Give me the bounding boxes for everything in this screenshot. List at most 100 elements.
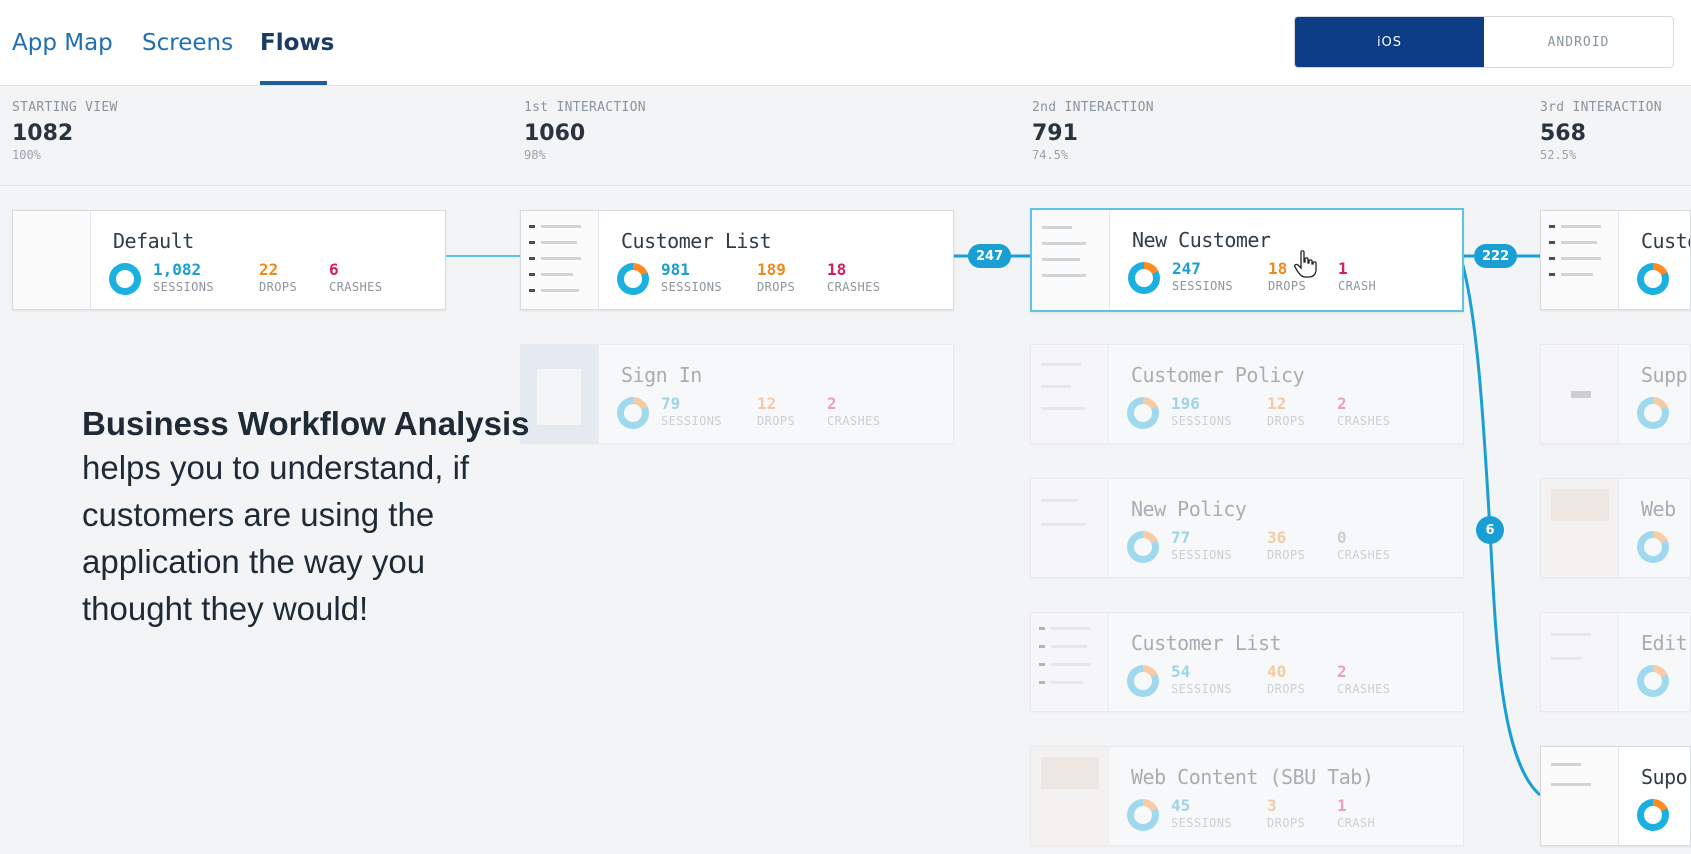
drops-label: DROPS bbox=[1267, 414, 1306, 428]
sessions-value: 77 bbox=[1171, 528, 1191, 547]
sessions-label: SESSIONS bbox=[1171, 682, 1232, 696]
sessions-donut-icon bbox=[617, 263, 649, 295]
crashes-label: CRASHES bbox=[1337, 682, 1391, 696]
drops-stat: 3 DROPS bbox=[1267, 797, 1305, 831]
sessions-value: 54 bbox=[1171, 662, 1191, 681]
drops-value: 36 bbox=[1267, 528, 1287, 547]
sessions-donut-icon bbox=[1637, 531, 1669, 563]
drops-value: 189 bbox=[757, 260, 786, 279]
card-title: New Policy bbox=[1131, 497, 1247, 521]
crashes-value: 18 bbox=[827, 260, 847, 279]
crashes-value: 6 bbox=[329, 260, 339, 279]
drops-label: DROPS bbox=[259, 280, 298, 294]
crashes-value: 2 bbox=[1337, 662, 1347, 681]
card-title: Supp bbox=[1641, 363, 1688, 387]
screen-thumbnail bbox=[1541, 479, 1619, 577]
card-title: Default bbox=[113, 229, 194, 253]
sessions-stat: 1,082 SESSIONS bbox=[153, 261, 214, 295]
drops-label: DROPS bbox=[757, 414, 796, 428]
screen-thumbnail bbox=[1541, 345, 1619, 443]
sessions-value: 981 bbox=[661, 260, 690, 279]
screen-thumbnail bbox=[1541, 613, 1619, 711]
drops-stat: 22 DROPS bbox=[259, 261, 297, 295]
sessions-stat: 196 SESSIONS bbox=[1171, 395, 1232, 429]
crashes-stat: 2 CRASHES bbox=[1337, 395, 1390, 429]
crashes-label: CRASHES bbox=[1337, 414, 1391, 428]
flow-card-new-customer[interactable]: New Customer 247 SESSIONS 18 DROPS 1 CRA… bbox=[1030, 208, 1464, 312]
card-title: Edit bbox=[1641, 631, 1688, 655]
sessions-label: SESSIONS bbox=[1171, 548, 1232, 562]
drops-stat: 12 DROPS bbox=[1267, 395, 1305, 429]
flow-card-customer-list-2[interactable]: Customer List 54 SESSIONS 40 DROPS 2 CRA… bbox=[1030, 612, 1464, 712]
sessions-stat: 247 SESSIONS bbox=[1172, 260, 1233, 294]
sessions-stat: 981 SESSIONS bbox=[661, 261, 722, 295]
card-title: Customer List bbox=[1131, 631, 1282, 655]
sessions-stat: 79 SESSIONS bbox=[661, 395, 722, 429]
crashes-value: 1 bbox=[1338, 259, 1348, 278]
crashes-stat: 0 CRASHES bbox=[1337, 529, 1390, 563]
crashes-value: 1 bbox=[1337, 796, 1347, 815]
flow-card-customer-policy[interactable]: Customer Policy 196 SESSIONS 12 DROPS 2 … bbox=[1030, 344, 1464, 444]
crashes-stat: 2 CRASHES bbox=[1337, 663, 1390, 697]
flow-count-badge-6[interactable]: 6 bbox=[1476, 516, 1504, 544]
crashes-value: 2 bbox=[1337, 394, 1347, 413]
sessions-donut-icon bbox=[1127, 799, 1159, 831]
sessions-value: 79 bbox=[661, 394, 681, 413]
sessions-donut-icon bbox=[1127, 531, 1159, 563]
sessions-donut-icon bbox=[1637, 665, 1669, 697]
screen-thumbnail bbox=[1031, 613, 1109, 711]
flow-card-customer-list[interactable]: Customer List 981 SESSIONS 189 DROPS 18 … bbox=[520, 210, 954, 310]
sessions-donut-icon bbox=[109, 263, 141, 295]
crashes-label: CRASHES bbox=[827, 414, 881, 428]
crashes-label: CRASHES bbox=[827, 280, 881, 294]
card-title: New Customer bbox=[1132, 228, 1271, 252]
crashes-value: 2 bbox=[827, 394, 837, 413]
sessions-stat: 77 SESSIONS bbox=[1171, 529, 1232, 563]
card-title: Web Content (SBU Tab) bbox=[1131, 765, 1374, 789]
sessions-label: SESSIONS bbox=[1171, 816, 1232, 830]
drops-stat: 36 DROPS bbox=[1267, 529, 1305, 563]
drops-value: 12 bbox=[757, 394, 777, 413]
drops-value: 12 bbox=[1267, 394, 1287, 413]
screen-thumbnail bbox=[1541, 747, 1619, 845]
sessions-donut-icon bbox=[1637, 799, 1669, 831]
drops-value: 22 bbox=[259, 260, 279, 279]
card-title: Supo bbox=[1641, 765, 1688, 789]
flow-count-badge-247[interactable]: 247 bbox=[968, 244, 1012, 268]
annotation-text: Business Workflow Analysis helps you to … bbox=[82, 404, 642, 632]
crashes-label: CRASHES bbox=[1337, 548, 1391, 562]
flow-card-new-policy[interactable]: New Policy 77 SESSIONS 36 DROPS 0 CRASHE… bbox=[1030, 478, 1464, 578]
drops-stat: 189 DROPS bbox=[757, 261, 795, 295]
sessions-stat: 54 SESSIONS bbox=[1171, 663, 1232, 697]
sessions-label: SESSIONS bbox=[661, 280, 722, 294]
crashes-value: 0 bbox=[1337, 528, 1347, 547]
crashes-stat: 1 CRASH bbox=[1337, 797, 1375, 831]
drops-value: 40 bbox=[1267, 662, 1287, 681]
crashes-label: CRASH bbox=[1338, 279, 1377, 293]
flows-app: App Map Screens Flows iOS ANDROID STARTI… bbox=[0, 0, 1691, 854]
screen-thumbnail bbox=[521, 211, 599, 309]
flow-card-web-content[interactable]: Web Content (SBU Tab) 45 SESSIONS 3 DROP… bbox=[1030, 746, 1464, 846]
drops-label: DROPS bbox=[1267, 682, 1306, 696]
flow-count-badge-222[interactable]: 222 bbox=[1474, 244, 1518, 268]
sessions-donut-icon bbox=[1637, 397, 1669, 429]
screen-thumbnail bbox=[13, 211, 91, 309]
flow-card-default[interactable]: Default 1,082 SESSIONS 22 DROPS 6 CRASHE… bbox=[12, 210, 446, 310]
flow-card-col3-web[interactable]: Web bbox=[1540, 478, 1691, 578]
drops-label: DROPS bbox=[1267, 548, 1306, 562]
drops-label: DROPS bbox=[1268, 279, 1307, 293]
flow-card-col3-custo[interactable]: Custo bbox=[1540, 210, 1691, 310]
flow-card-col3-supp[interactable]: Supp bbox=[1540, 344, 1691, 444]
flow-card-col3-supo[interactable]: Supo bbox=[1540, 746, 1691, 846]
sessions-donut-icon bbox=[1128, 262, 1160, 294]
sessions-value: 196 bbox=[1171, 394, 1200, 413]
sessions-donut-icon bbox=[1127, 665, 1159, 697]
crashes-stat: 1 CRASH bbox=[1338, 260, 1376, 294]
screen-thumbnail bbox=[1031, 479, 1109, 577]
screen-thumbnail bbox=[1031, 747, 1109, 845]
sessions-label: SESSIONS bbox=[661, 414, 722, 428]
crashes-stat: 18 CRASHES bbox=[827, 261, 880, 295]
flow-card-col3-edit[interactable]: Edit bbox=[1540, 612, 1691, 712]
drops-label: DROPS bbox=[757, 280, 796, 294]
card-title: Customer List bbox=[621, 229, 772, 253]
